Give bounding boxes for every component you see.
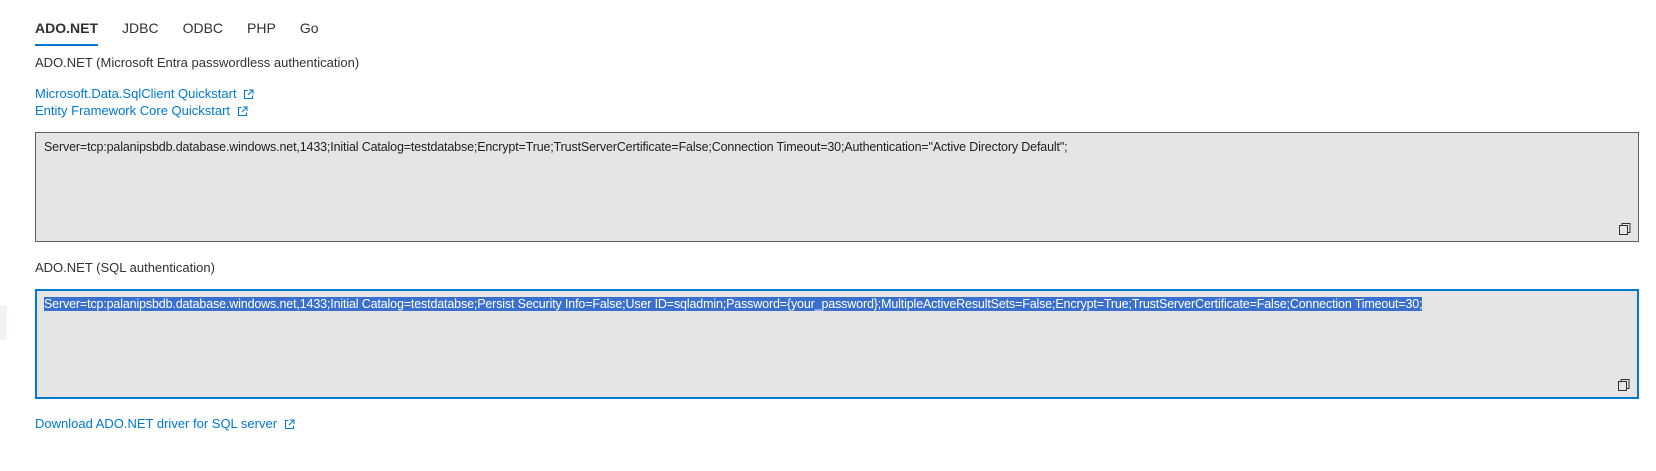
external-link-icon — [284, 419, 295, 430]
sql-auth-connection-string-box[interactable]: Server=tcp:palanipsbdb.database.windows.… — [35, 289, 1639, 399]
sqlclient-quickstart-link[interactable]: Microsoft.Data.SqlClient Quickstart — [35, 86, 254, 101]
copy-icon[interactable] — [1617, 378, 1631, 392]
tab-adonet[interactable]: ADO.NET — [35, 18, 98, 46]
external-link-icon — [244, 89, 254, 100]
passwordless-connection-string: Server=tcp:palanipsbdb.database.windows.… — [44, 140, 1068, 154]
passwordless-connection-string-box[interactable]: Server=tcp:palanipsbdb.database.windows.… — [35, 132, 1639, 242]
tab-odbc[interactable]: ODBC — [183, 18, 223, 46]
section2-heading: ADO.NET (SQL authentication) — [35, 260, 215, 275]
download-driver-link[interactable]: Download ADO.NET driver for SQL server — [35, 416, 295, 431]
tab-jdbc[interactable]: JDBC — [122, 18, 159, 46]
tab-go[interactable]: Go — [300, 18, 319, 46]
efcore-quickstart-link[interactable]: Entity Framework Core Quickstart — [35, 103, 248, 118]
download-driver-label: Download ADO.NET driver for SQL server — [35, 416, 278, 431]
left-edge-indicator — [0, 306, 7, 340]
copy-icon[interactable] — [1618, 222, 1632, 236]
driver-tabs: ADO.NET JDBC ODBC PHP Go — [35, 18, 343, 46]
tab-php[interactable]: PHP — [247, 18, 276, 46]
sql-auth-connection-string: Server=tcp:palanipsbdb.database.windows.… — [44, 296, 1423, 312]
efcore-quickstart-label: Entity Framework Core Quickstart — [35, 103, 231, 118]
selected-text: Server=tcp:palanipsbdb.database.windows.… — [44, 297, 1423, 311]
section1-heading: ADO.NET (Microsoft Entra passwordless au… — [35, 55, 360, 70]
sqlclient-quickstart-label: Microsoft.Data.SqlClient Quickstart — [35, 86, 237, 101]
external-link-icon — [237, 106, 248, 117]
